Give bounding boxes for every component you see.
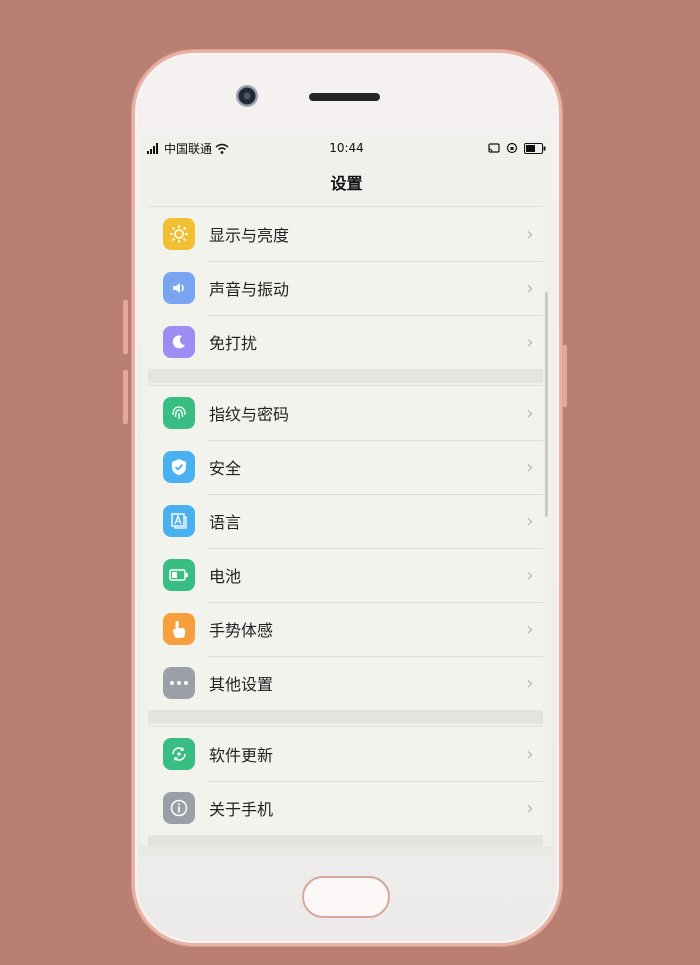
sun-icon <box>163 218 195 250</box>
settings-item-display[interactable]: 显示与亮度 › <box>148 207 543 261</box>
settings-item-other[interactable]: 其他设置 › <box>148 656 543 710</box>
chevron-right-icon: › <box>526 672 534 694</box>
chevron-right-icon: › <box>526 277 534 299</box>
settings-item-about[interactable]: 关于手机 › <box>148 781 543 835</box>
settings-item-update[interactable]: 软件更新 › <box>148 727 543 781</box>
chevron-right-icon: › <box>526 331 534 353</box>
cast-icon <box>488 142 500 153</box>
settings-item-fingerprint[interactable]: 指纹与密码 › <box>148 386 543 440</box>
front-camera <box>236 85 258 107</box>
scrollbar[interactable] <box>545 292 548 517</box>
chevron-right-icon: › <box>526 797 534 819</box>
refresh-icon <box>163 738 195 770</box>
volume-button <box>123 370 128 424</box>
settings-item-label: 电池 <box>209 567 242 586</box>
language-icon <box>163 505 195 537</box>
chevron-right-icon: › <box>526 456 534 478</box>
settings-item-label: 手势体感 <box>209 621 274 640</box>
signal-icon <box>147 142 158 154</box>
settings-item-label: 软件更新 <box>209 746 274 765</box>
battery-icon <box>163 559 195 591</box>
moon-icon <box>163 326 195 358</box>
earpiece-speaker <box>309 93 380 101</box>
settings-group-2: 指纹与密码 › 安全 › 语言 › 电池 › 手势体感 › 其他设置 › <box>148 385 543 710</box>
screen: 中国联通 10:44 设置 显示与亮度 › 声音与振动 › 免打扰 › 指纹与密… <box>141 136 552 856</box>
info-icon <box>163 792 195 824</box>
settings-item-sound[interactable]: 声音与振动 › <box>148 261 543 315</box>
page-title: 设置 <box>330 174 363 193</box>
settings-item-dnd[interactable]: 免打扰 › <box>148 315 543 369</box>
settings-group-3: 软件更新 › 关于手机 › <box>148 726 543 835</box>
speaker-icon <box>163 272 195 304</box>
chevron-right-icon: › <box>526 618 534 640</box>
chevron-right-icon: › <box>526 564 534 586</box>
volume-button <box>123 300 128 354</box>
settings-item-label: 关于手机 <box>209 800 274 819</box>
chevron-right-icon: › <box>526 402 534 424</box>
settings-item-label: 其他设置 <box>209 675 274 694</box>
battery-status-icon <box>524 142 546 154</box>
settings-item-label: 语言 <box>209 513 242 532</box>
hand-gesture-icon <box>163 613 195 645</box>
settings-item-label: 安全 <box>209 459 242 478</box>
chevron-right-icon: › <box>526 223 534 245</box>
status-bar: 中国联通 10:44 <box>141 136 552 160</box>
nav-bar: 设置 <box>141 160 552 204</box>
settings-item-battery[interactable]: 电池 › <box>148 548 543 602</box>
section-divider <box>148 369 543 383</box>
chevron-right-icon: › <box>526 510 534 532</box>
chevron-right-icon: › <box>526 743 534 765</box>
shield-icon <box>163 451 195 483</box>
fingerprint-icon <box>163 397 195 429</box>
wifi-icon <box>215 143 229 154</box>
settings-item-label: 显示与亮度 <box>209 226 290 245</box>
settings-item-gesture[interactable]: 手势体感 › <box>148 602 543 656</box>
settings-item-security[interactable]: 安全 › <box>148 440 543 494</box>
settings-item-language[interactable]: 语言 › <box>148 494 543 548</box>
settings-group-1: 显示与亮度 › 声音与振动 › 免打扰 › <box>148 206 543 369</box>
power-button <box>562 345 567 407</box>
settings-item-label: 声音与振动 <box>209 280 290 299</box>
settings-item-label: 指纹与密码 <box>209 405 290 424</box>
screen-bottom-edge <box>141 846 552 856</box>
more-icon <box>163 667 195 699</box>
rotation-lock-icon <box>506 142 518 154</box>
settings-item-label: 免打扰 <box>209 334 258 353</box>
home-button[interactable] <box>302 876 390 918</box>
carrier-label: 中国联通 <box>164 141 213 156</box>
section-divider <box>148 710 543 724</box>
